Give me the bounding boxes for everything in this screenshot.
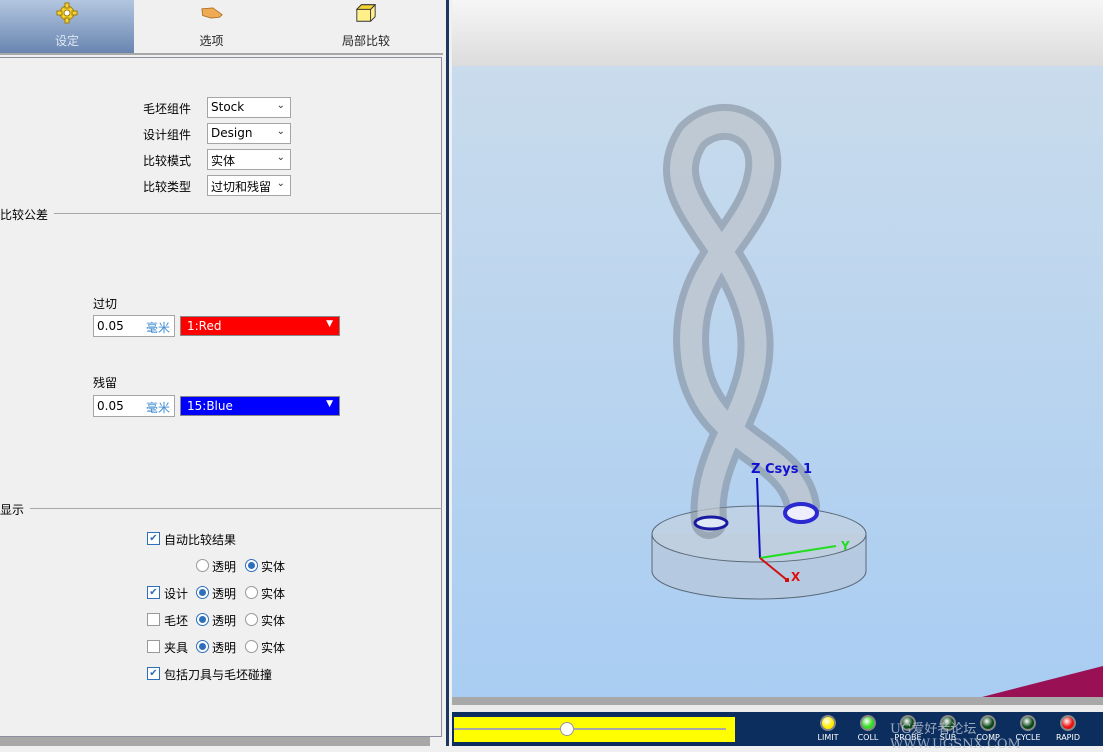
divider [0, 53, 443, 55]
compare-mode-label: 比较模式 [143, 154, 192, 168]
radio-label: 实体 [261, 560, 286, 574]
result-transparent-radio[interactable] [196, 559, 209, 572]
tab-label: 设定 [54, 34, 79, 48]
compare-type-select[interactable]: 过切和残留 ⌄ [207, 175, 291, 196]
radio-label: 实体 [261, 614, 286, 628]
compare-mode-select[interactable]: 实体 ⌄ [207, 149, 291, 170]
stock-checkbox[interactable] [147, 613, 160, 626]
tab-label: 选项 [199, 34, 224, 48]
slider-thumb[interactable] [559, 722, 574, 736]
group-divider [0, 213, 442, 214]
tab-bar: 设定 选项 局部比较 [0, 0, 443, 53]
chevron-down-icon: ▼ [326, 319, 333, 329]
radio-label: 透明 [212, 641, 237, 655]
tab-settings[interactable]: 设定 [0, 0, 134, 53]
unit-label: 毫米 [145, 401, 170, 415]
tolerance-group-title: 比较公差 [0, 206, 55, 223]
horizontal-scrollbar[interactable] [0, 737, 430, 746]
input-value: 0.05 [97, 399, 124, 413]
stock-solid-radio[interactable] [245, 613, 258, 626]
result-solid-radio[interactable] [245, 559, 258, 572]
viewport-border [452, 697, 1103, 705]
excess-color-select[interactable]: 15:Blue ▼ [180, 396, 340, 416]
simulation-speed-slider[interactable] [454, 717, 735, 742]
slider-track [454, 728, 726, 730]
gouge-label: 过切 [93, 297, 118, 311]
x-axis-label: X [791, 570, 801, 584]
excess-ring [783, 502, 819, 524]
cube-icon [355, 2, 377, 24]
chevron-down-icon: ⌄ [276, 152, 285, 163]
chevron-down-icon: ⌄ [276, 126, 285, 137]
viewport-header [452, 0, 1103, 66]
compare-type-label: 比较类型 [143, 180, 192, 194]
design-solid-radio[interactable] [245, 586, 258, 599]
pointing-hand-icon [200, 2, 223, 24]
excess-ring [693, 515, 729, 531]
select-value: Design [211, 126, 253, 140]
display-group-title: 显示 [0, 501, 31, 518]
input-value: 0.05 [97, 319, 124, 333]
indicator-light-icon [860, 715, 876, 731]
chevron-down-icon: ⌄ [276, 178, 285, 189]
status-light-label: COLL [857, 733, 879, 742]
excess-label: 残留 [93, 376, 118, 390]
graphics-viewport[interactable]: Z Csys 1 Y X LIMIT COLL PROBE SUB COMP CYCLE R… [452, 0, 1103, 752]
select-value: 实体 [211, 154, 236, 168]
viewport-border [452, 705, 1103, 712]
unit-label: 毫米 [145, 321, 170, 335]
select-value: Stock [211, 100, 245, 114]
design-checkbox[interactable]: ✔ [147, 586, 160, 599]
stock-label: 毛坯 [164, 614, 189, 628]
include-collision-label: 包括刀具与毛坯碰撞 [164, 668, 273, 682]
settings-panel: 毛坯组件 Stock ⌄ 设计组件 Design ⌄ 比较模式 实体 ⌄ 比较类型 过… [0, 57, 442, 737]
design-component-select[interactable]: Design ⌄ [207, 123, 291, 144]
gear-icon [56, 2, 78, 24]
y-axis-label: Y [840, 539, 850, 553]
select-value: 15:Blue [187, 399, 233, 413]
tab-options[interactable]: 选项 [134, 0, 289, 53]
watermark: UG爱好者论坛 WWW.UGSNX.COM [890, 722, 1021, 752]
fixture-label: 夹具 [164, 641, 189, 655]
gouge-tolerance-input[interactable]: 0.05 毫米 [93, 315, 175, 337]
radio-label: 实体 [261, 641, 286, 655]
fixture-solid-radio[interactable] [245, 640, 258, 653]
tab-label: 局部比较 [341, 34, 390, 48]
fixture-transparent-radio[interactable] [196, 640, 209, 653]
include-collision-checkbox[interactable]: ✔ [147, 667, 160, 680]
3d-scene[interactable]: Z Csys 1 Y X [452, 66, 1103, 697]
stock-component-select[interactable]: Stock ⌄ [207, 97, 291, 118]
status-light-coll: COLL [848, 715, 888, 742]
machine-part [982, 666, 1103, 697]
status-light-label: LIMIT [817, 733, 839, 742]
auto-compare-label: 自动比较结果 [164, 533, 237, 547]
chevron-down-icon: ⌄ [276, 100, 285, 111]
chevron-down-icon: ▼ [326, 399, 333, 409]
radio-label: 透明 [212, 614, 237, 628]
stock-component-label: 毛坯组件 [143, 102, 192, 116]
auto-compare-checkbox[interactable]: ✔ [147, 532, 160, 545]
radio-label: 实体 [261, 587, 286, 601]
radio-label: 透明 [212, 560, 237, 574]
radio-label: 透明 [212, 587, 237, 601]
select-value: 过切和残留 [211, 180, 272, 194]
excess-tolerance-input[interactable]: 0.05 毫米 [93, 395, 175, 417]
design-transparent-radio[interactable] [196, 586, 209, 599]
left-panel: 设定 选项 局部比较 毛坯组件 Stock ⌄ 设计组件 Design ⌄ 比较模式… [0, 0, 443, 746]
design-component-label: 设计组件 [143, 128, 192, 142]
csys-label: Z Csys 1 [751, 462, 812, 477]
tab-local-compare[interactable]: 局部比较 [289, 0, 443, 53]
select-value: 1:Red [187, 319, 222, 333]
stock-transparent-radio[interactable] [196, 613, 209, 626]
fixture-checkbox[interactable] [147, 640, 160, 653]
design-label: 设计 [164, 587, 189, 601]
status-light-limit: LIMIT [808, 715, 848, 742]
gouge-color-select[interactable]: 1:Red ▼ [180, 316, 340, 336]
splitter[interactable] [443, 0, 452, 746]
indicator-light-icon [820, 715, 836, 731]
group-divider [0, 508, 442, 509]
